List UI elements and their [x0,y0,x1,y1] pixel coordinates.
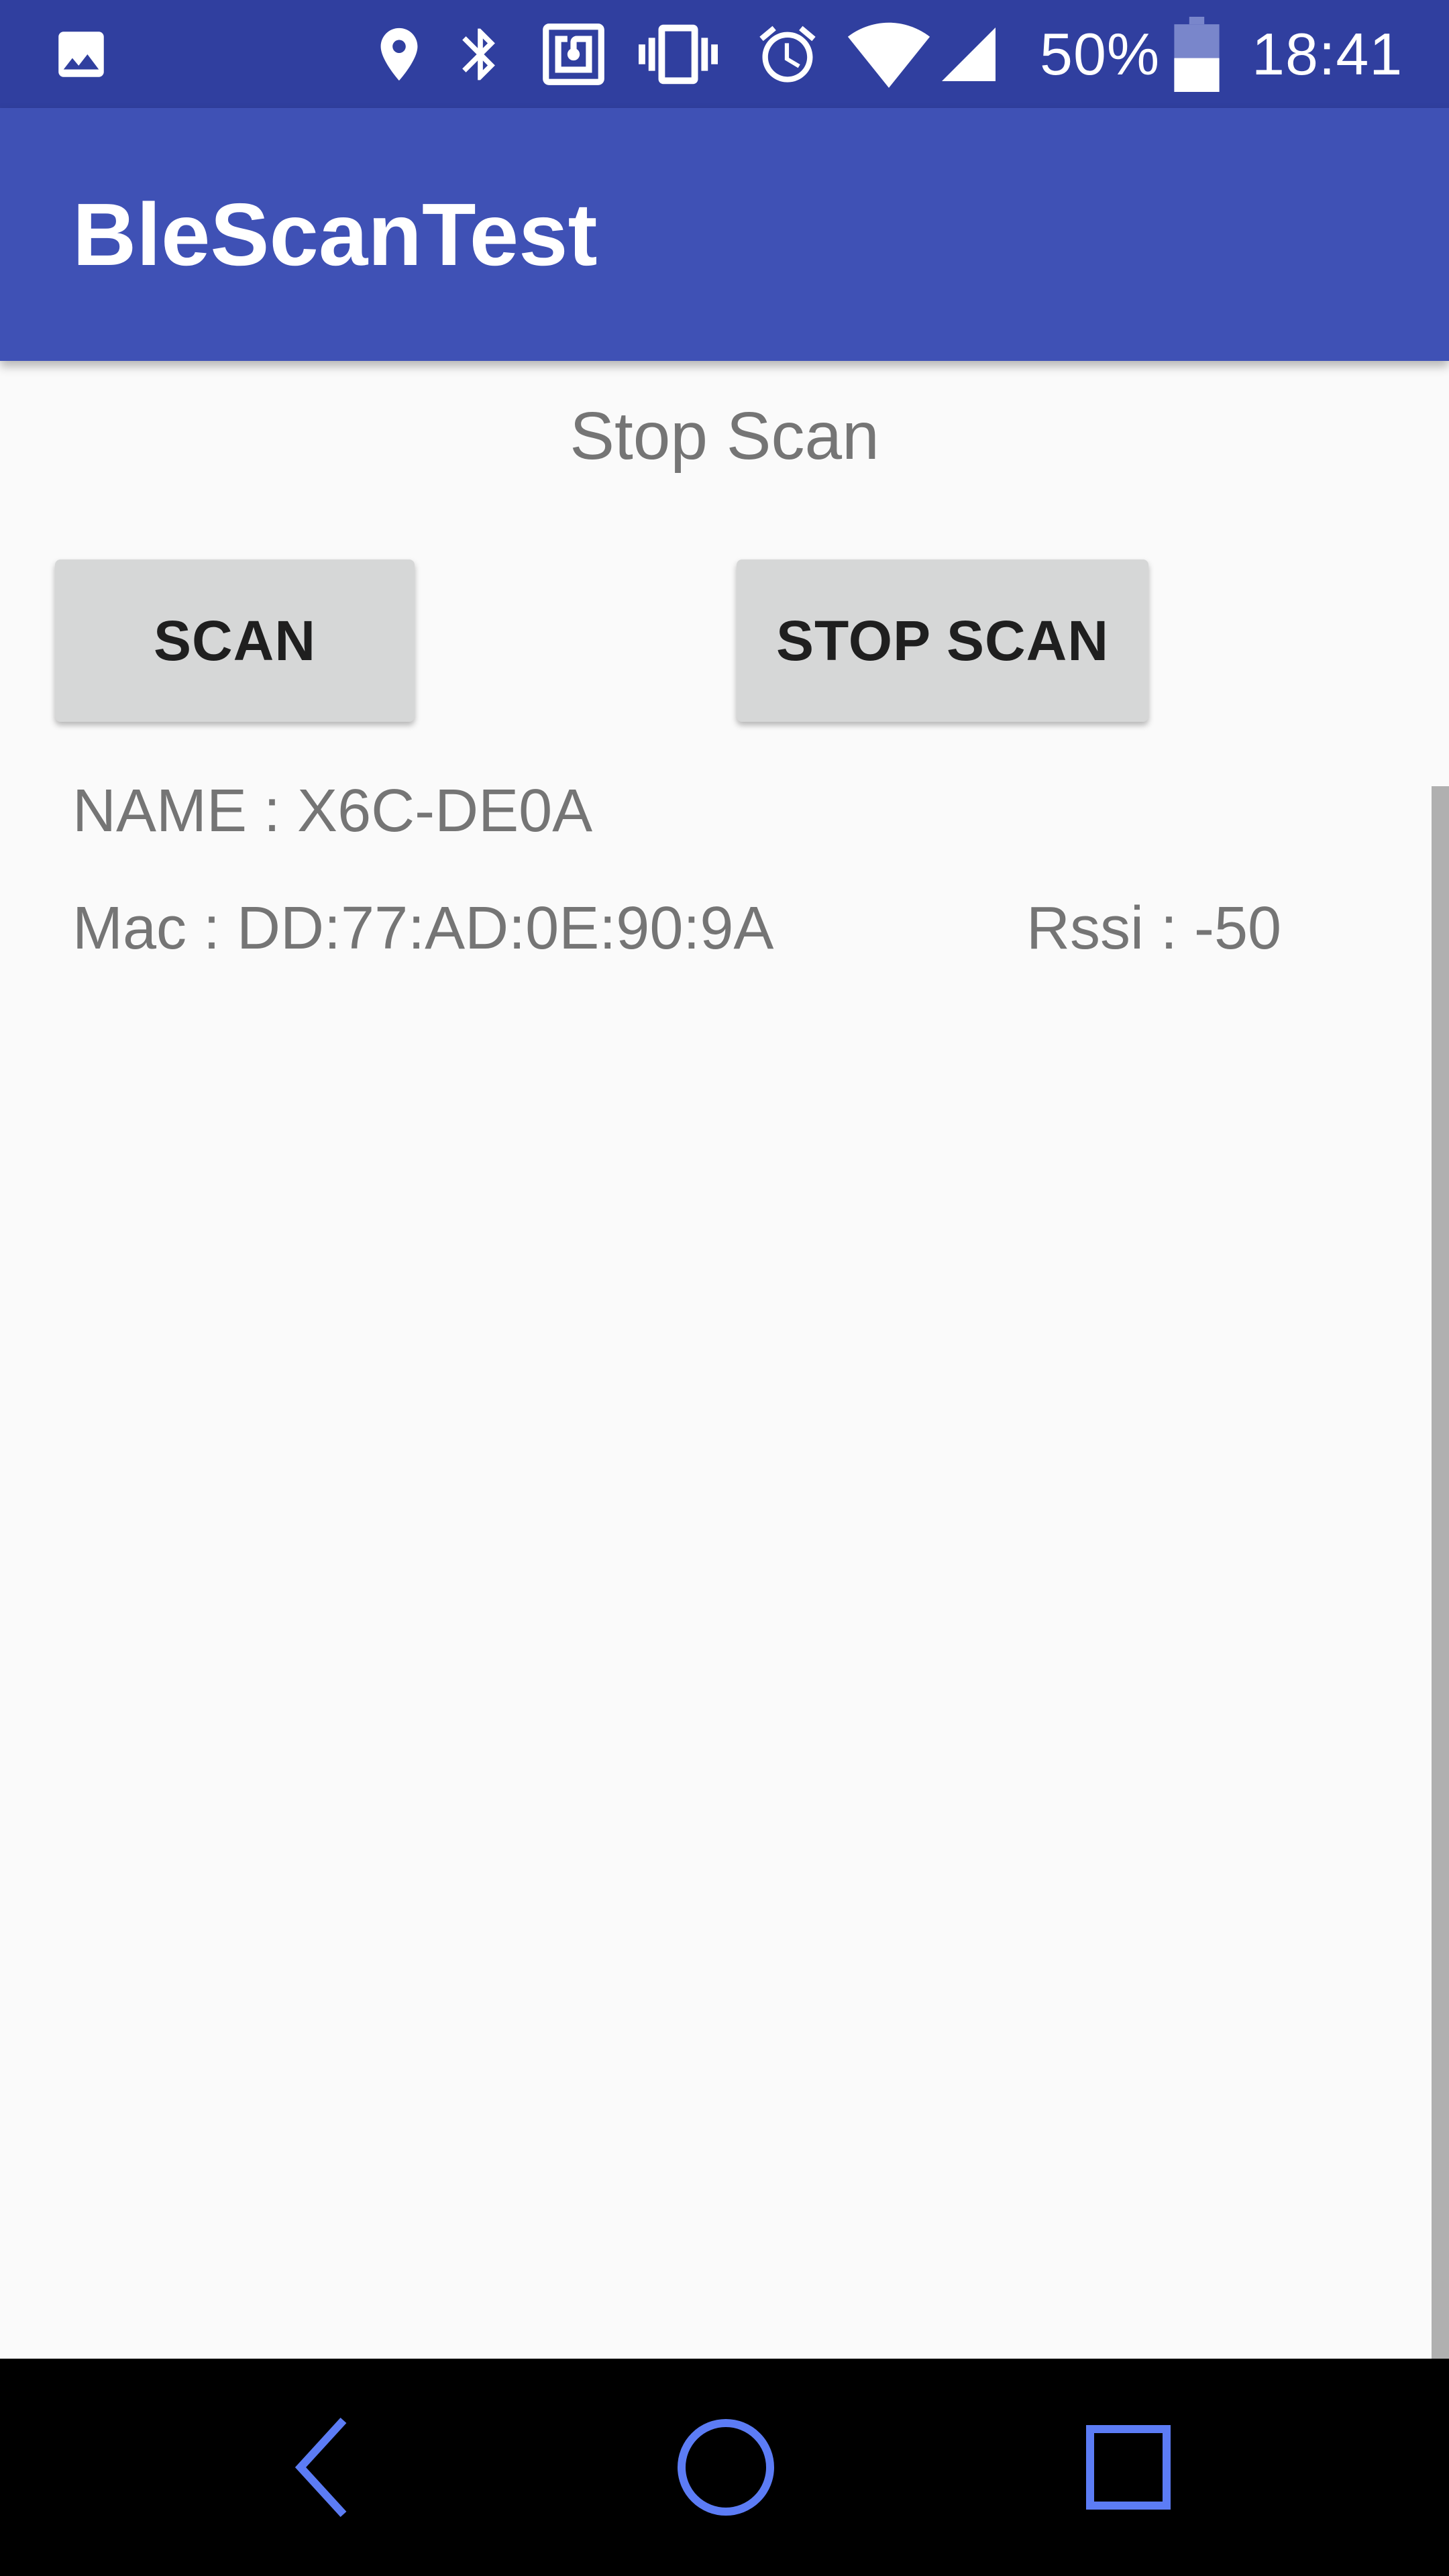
main-content: Stop Scan SCAN STOP SCAN NAME : X6C-DE0A… [0,361,1449,2359]
app-bar: BleScanTest [0,108,1449,361]
signal-icon [936,0,1001,108]
image-icon [51,0,111,108]
device-list-item[interactable]: NAME : X6C-DE0A Mac : DD:77:AD:0E:90:9A … [72,777,1387,1059]
battery-icon [1173,0,1221,108]
back-button[interactable] [221,2359,423,2576]
clock: 18:41 [1252,20,1403,87]
navigation-bar [0,2359,1449,2576]
stop-scan-button[interactable]: STOP SCAN [737,559,1148,722]
device-mac: Mac : DD:77:AD:0E:90:9A [72,895,774,962]
vibrate-icon [639,0,718,108]
home-button[interactable] [625,2359,826,2576]
battery-percent: 50% [1040,20,1161,87]
app-title: BleScanTest [72,185,598,284]
wifi-icon [847,0,931,108]
device-rssi: Rssi : -50 [1026,895,1282,962]
scan-status-label: Stop Scan [570,398,879,474]
status-bar: 50% 18:41 [0,0,1449,108]
recents-button[interactable] [1028,2359,1229,2576]
device-name: NAME : X6C-DE0A [72,777,593,845]
scan-button[interactable]: SCAN [55,559,415,722]
home-icon [678,2419,774,2516]
recents-icon [1086,2425,1171,2510]
location-icon [368,0,431,108]
back-icon [294,2417,347,2518]
bluetooth-icon [449,0,511,108]
scrollbar[interactable] [1432,786,1449,2359]
alarm-icon [754,0,821,108]
nfc-icon [537,0,610,108]
